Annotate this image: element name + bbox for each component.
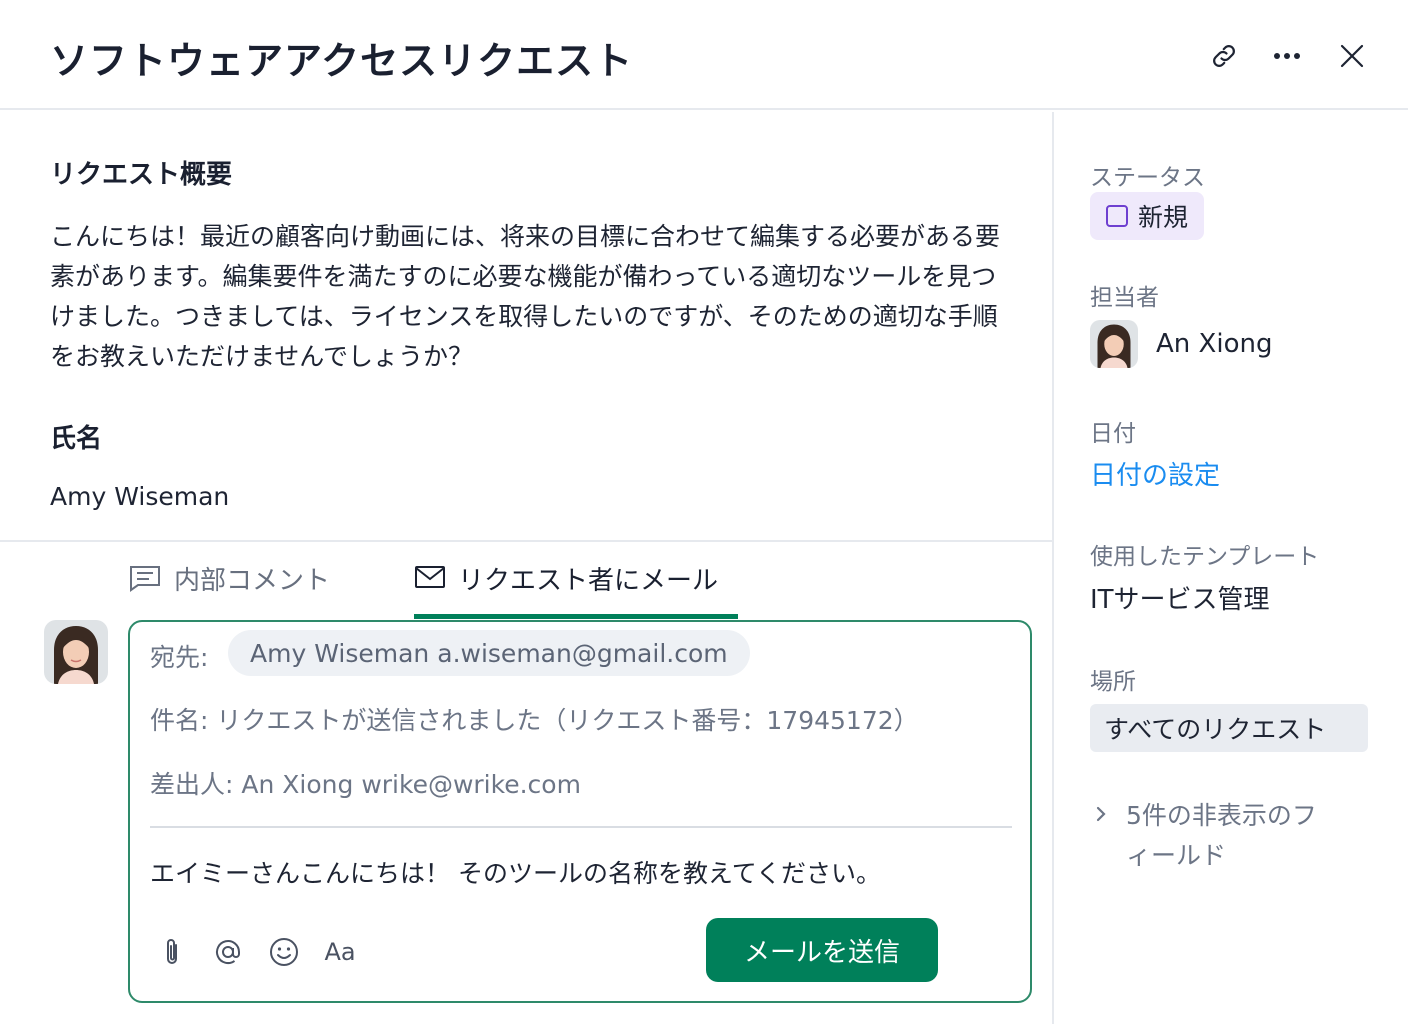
status-badge[interactable]: 新規 [1090, 192, 1205, 240]
composer-divider [150, 826, 1012, 828]
comment-icon [128, 564, 162, 599]
email-composer[interactable]: 宛先: Amy Wiseman a.wiseman@gmail.com 件名: … [128, 620, 1032, 1003]
from-row[interactable]: 差出人: An Xiong wrike@wrike.com [150, 765, 581, 801]
tab-email-requester[interactable]: リクエスト者にメール [414, 560, 718, 620]
avatar [44, 620, 108, 684]
subject-label: 件名: [150, 706, 209, 735]
assignee-name: An Xiong [1156, 329, 1273, 359]
subject-value: リクエストが送信されました（リクエスト番号：17945172） [216, 706, 919, 735]
email-body[interactable]: エイミーさんこんにちは！ そのツールの名称を教えてください。 [150, 854, 881, 890]
more-icon[interactable] [1269, 38, 1305, 74]
close-icon[interactable] [1334, 38, 1370, 74]
date-label: 日付 [1090, 421, 1136, 447]
status-value: 新規 [1138, 203, 1189, 232]
avatar [1090, 320, 1138, 368]
send-email-button[interactable]: メールを送信 [706, 918, 938, 982]
set-date-link[interactable]: 日付の設定 [1090, 455, 1220, 492]
chevron-right-icon [1094, 804, 1108, 876]
assignee-label: 担当者 [1090, 285, 1159, 311]
emoji-icon[interactable] [264, 930, 304, 974]
paperclip-icon[interactable] [152, 930, 192, 974]
location-chip[interactable]: すべてのリクエスト [1090, 704, 1368, 752]
active-tab-indicator [414, 614, 738, 619]
to-label: 宛先: [150, 643, 209, 672]
hidden-fields-label: 5件の非表示のフィールド [1126, 801, 1317, 870]
tab-label: リクエスト者にメール [458, 566, 719, 596]
mail-icon [414, 565, 446, 596]
page-title: ソフトウェアアクセスリクエスト [50, 39, 634, 83]
section-divider [0, 540, 1052, 542]
location-label: 場所 [1090, 669, 1136, 695]
text-format-icon[interactable]: Aa [320, 930, 360, 974]
link-icon[interactable] [1206, 38, 1242, 74]
recipient-chip[interactable]: Amy Wiseman a.wiseman@gmail.com [228, 630, 750, 676]
name-label: 氏名 [50, 424, 103, 454]
status-square-icon [1106, 205, 1128, 227]
subject-row[interactable]: 件名: リクエストが送信されました（リクエスト番号：17945172） [150, 701, 919, 737]
tab-internal-comment[interactable]: 内部コメント [128, 560, 330, 620]
request-main: リクエスト概要 こんにちは！最近の顧客向け動画には、将来の目標に合わせて編集する… [0, 112, 1052, 1024]
template-label: 使用したテンプレート [1090, 544, 1320, 570]
status-label: ステータス [1090, 165, 1205, 191]
sidebar-divider [1052, 112, 1054, 1024]
hidden-fields-toggle[interactable]: 5件の非表示のフィールド [1094, 796, 1326, 876]
name-value: Amy Wiseman [50, 482, 230, 511]
from-label: 差出人: [150, 770, 234, 799]
at-icon[interactable] [208, 930, 248, 974]
summary-text: こんにちは！最近の顧客向け動画には、将来の目標に合わせて編集する必要がある要素が… [50, 222, 1001, 371]
recipient-email: a.wiseman@gmail.com [437, 638, 728, 668]
tab-label: 内部コメント [174, 566, 331, 596]
template-value: ITサービス管理 [1090, 585, 1270, 615]
assignee[interactable]: An Xiong [1090, 320, 1272, 368]
summary-label: リクエスト概要 [50, 160, 233, 190]
panel-header: ソフトウェアアクセスリクエスト [0, 0, 1408, 110]
from-value: An Xiong wrike@wrike.com [241, 770, 581, 799]
recipient-name: Amy Wiseman [250, 638, 430, 668]
